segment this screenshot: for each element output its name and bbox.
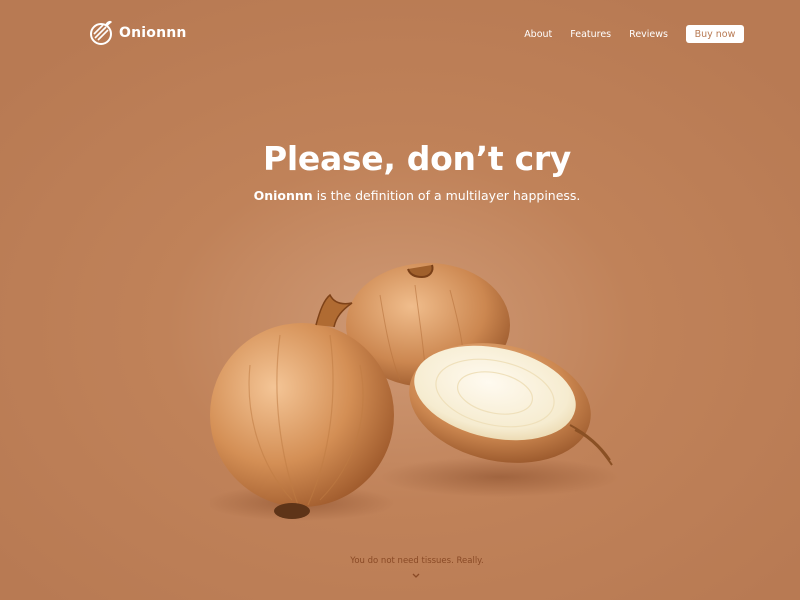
buy-now-button[interactable]: Buy now xyxy=(686,25,744,43)
nav-link-features[interactable]: Features xyxy=(570,29,611,40)
logo[interactable]: Onionnn xyxy=(89,20,187,46)
main-nav: About Features Reviews Buy now xyxy=(524,25,744,43)
hero-title: Please, don’t cry xyxy=(262,139,572,178)
scroll-hint-text: You do not need tissues. Really. xyxy=(350,556,484,566)
nav-link-about[interactable]: About xyxy=(524,29,552,40)
nav-link-reviews[interactable]: Reviews xyxy=(629,29,668,40)
onion-logo-icon xyxy=(90,20,112,45)
hero-subtitle: Onionnn is the definition of a multilaye… xyxy=(0,188,800,203)
onions-image xyxy=(210,263,620,521)
site-header: Onionnn About Features Reviews Buy now xyxy=(0,0,800,70)
brand-name: Onionnn xyxy=(119,25,187,41)
hero-subtitle-text: is the definition of a multilayer happin… xyxy=(312,188,581,203)
chevron-down-icon[interactable] xyxy=(411,572,421,580)
hero-subtitle-brand: Onionnn xyxy=(253,188,313,203)
